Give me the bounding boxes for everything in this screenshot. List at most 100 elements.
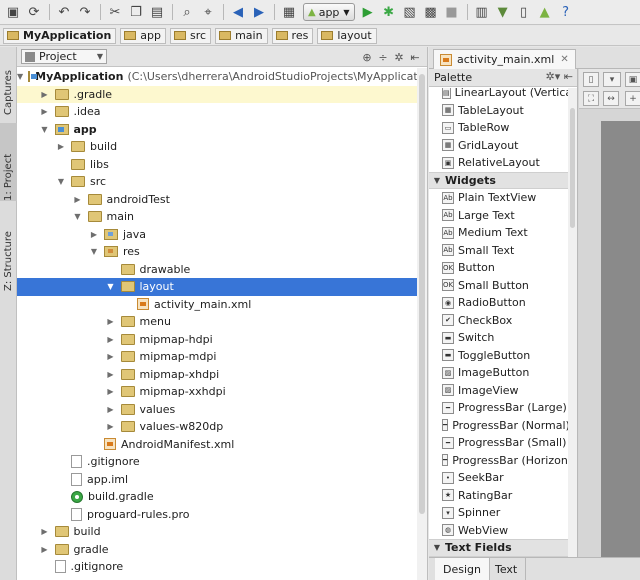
tree-row[interactable]: activity_main.xml <box>17 296 417 314</box>
expanded-arrow-icon[interactable]: ▼ <box>89 247 99 256</box>
synchronize-icon[interactable]: ⟳ <box>24 2 44 22</box>
collapsed-arrow-icon[interactable]: ▶ <box>40 545 50 554</box>
tree-row[interactable]: app.iml <box>17 471 417 489</box>
expanded-arrow-icon[interactable]: ▼ <box>73 212 83 221</box>
palette-settings-icon[interactable]: ✲▾ ⇤ <box>546 70 573 83</box>
theme-dropdown-icon[interactable]: ▣ <box>625 72 640 87</box>
copy-icon[interactable]: ❐ <box>126 2 146 22</box>
tree-row[interactable]: build.gradle <box>17 488 417 506</box>
tree-row[interactable]: ▶ gradle <box>17 541 417 559</box>
palette-scrollbar[interactable] <box>568 88 577 557</box>
run-config-dropdown[interactable]: ▲ app ▼ <box>303 3 355 21</box>
palette-item[interactable]: ▣ RelativeLayout <box>429 154 569 172</box>
zoom-in-icon[interactable]: + <box>625 91 640 106</box>
breadcrumb-item[interactable]: main <box>215 27 268 44</box>
tree-row[interactable]: ▼ res <box>17 243 417 261</box>
collapsed-arrow-icon[interactable]: ▶ <box>73 195 83 204</box>
tree-row[interactable]: AndroidManifest.xml <box>17 436 417 454</box>
sdk-manager-icon[interactable]: ▼ <box>493 2 513 22</box>
palette-item[interactable]: ✔ CheckBox <box>429 312 569 330</box>
tree-row[interactable]: ▶ mipmap-mdpi <box>17 348 417 366</box>
palette-item[interactable]: ━ ProgressBar (Normal) <box>429 417 569 435</box>
palette-item[interactable]: ▾ Spinner <box>429 504 569 522</box>
tab-text[interactable]: Text <box>487 558 527 580</box>
android-monitor-icon[interactable]: ▲ <box>535 2 555 22</box>
tree-row[interactable]: ▶ androidTest <box>17 191 417 209</box>
tree-row[interactable]: ▶ build <box>17 523 417 541</box>
close-icon[interactable]: ✕ <box>560 54 568 65</box>
collapse-all-icon[interactable]: ÷ <box>375 49 391 65</box>
tree-row[interactable]: ▶ mipmap-xxhdpi <box>17 383 417 401</box>
palette-item[interactable]: ▨ ImageView <box>429 382 569 400</box>
palette-item[interactable]: ◉ RadioButton <box>429 294 569 312</box>
palette-item[interactable]: ▬ Switch <box>429 329 569 347</box>
tree-row[interactable]: ▼ main <box>17 208 417 226</box>
tree-row[interactable]: ▶ mipmap-xhdpi <box>17 366 417 384</box>
palette-item[interactable]: ▨ ImageButton <box>429 364 569 382</box>
palette-category[interactable]: ▼ Widgets <box>429 171 569 189</box>
expanded-arrow-icon[interactable]: ▼ <box>106 282 116 291</box>
scrollbar-thumb[interactable] <box>419 74 425 514</box>
expanded-arrow-icon[interactable]: ▼ <box>56 177 66 186</box>
palette-item[interactable]: • SeekBar <box>429 469 569 487</box>
breadcrumb-item[interactable]: layout <box>317 27 377 44</box>
palette-item[interactable]: ━ProgressBar (Horizontal) <box>429 452 569 470</box>
palette-item[interactable]: ▤ LinearLayout (Vertical) <box>429 88 569 102</box>
save-all-icon[interactable]: ▣ <box>3 2 23 22</box>
expanded-arrow-icon[interactable]: ▼ <box>17 72 23 81</box>
attach-debugger-icon[interactable]: ▩ <box>421 2 441 22</box>
side-tab-captures[interactable]: Captures <box>0 51 17 115</box>
debug-icon[interactable]: ✱ <box>379 2 399 22</box>
palette-item[interactable]: ★ RatingBar <box>429 487 569 505</box>
tree-row[interactable]: ▶ .idea <box>17 103 417 121</box>
tree-row[interactable]: ▼ MyApplication (C:\Users\dherrera\Android… <box>17 68 417 86</box>
expanded-arrow-icon[interactable]: ▼ <box>40 125 50 134</box>
settings-gear-icon[interactable]: ✲ <box>391 49 407 65</box>
chevron-down-icon[interactable]: ▾ <box>603 72 621 87</box>
tree-row[interactable]: ▶ java <box>17 226 417 244</box>
redo-icon[interactable]: ↷ <box>75 2 95 22</box>
project-structure-icon[interactable]: ▥ <box>472 2 492 22</box>
replace-icon[interactable]: ⌖ <box>198 2 218 22</box>
collapsed-arrow-icon[interactable]: ▶ <box>106 405 116 414</box>
collapsed-arrow-icon[interactable]: ▶ <box>40 107 50 116</box>
palette-item[interactable]: Ab Small Text <box>429 242 569 260</box>
tree-row[interactable]: drawable <box>17 261 417 279</box>
tree-row[interactable]: ▶ mipmap-hdpi <box>17 331 417 349</box>
palette-item[interactable]: Ab Plain TextView <box>429 189 569 207</box>
tree-row[interactable]: ▼ app <box>17 121 417 139</box>
tree-row[interactable]: libs <box>17 156 417 174</box>
palette-item[interactable]: Ab Medium Text <box>429 224 569 242</box>
palette-item[interactable]: ▭ TableRow <box>429 119 569 137</box>
forward-icon[interactable]: ▶ <box>249 2 269 22</box>
tree-scrollbar[interactable] <box>417 68 427 580</box>
tab-design[interactable]: Design <box>435 558 490 580</box>
collapsed-arrow-icon[interactable]: ▶ <box>89 230 99 239</box>
palette-item[interactable]: ━ ProgressBar (Small) <box>429 434 569 452</box>
palette-item[interactable]: ◍ WebView <box>429 522 569 540</box>
find-icon[interactable]: ⌕ <box>177 2 197 22</box>
breadcrumb-item[interactable]: res <box>271 27 314 44</box>
collapsed-arrow-icon[interactable]: ▶ <box>106 422 116 431</box>
palette-item[interactable]: OK Button <box>429 259 569 277</box>
tree-row[interactable]: ▼ src <box>17 173 417 191</box>
paste-icon[interactable]: ▤ <box>147 2 167 22</box>
undo-icon[interactable]: ↶ <box>54 2 74 22</box>
side-tab-structure[interactable]: Z: Structure <box>0 205 17 291</box>
collapsed-arrow-icon[interactable]: ▶ <box>106 370 116 379</box>
hide-panel-icon[interactable]: ⇤ <box>407 49 423 65</box>
tree-row[interactable]: .gitignore <box>17 453 417 471</box>
back-icon[interactable]: ◀ <box>228 2 248 22</box>
editor-tab-activity-main[interactable]: activity_main.xml ✕ <box>433 49 576 69</box>
palette-item[interactable]: ━ ProgressBar (Large) <box>429 399 569 417</box>
side-tab-project[interactable]: 1: Project <box>0 123 17 201</box>
project-view-dropdown[interactable]: Project ▼ <box>21 49 107 64</box>
coverage-icon[interactable]: ▧ <box>400 2 420 22</box>
tree-row[interactable]: ▶ menu <box>17 313 417 331</box>
collapsed-arrow-icon[interactable]: ▶ <box>106 335 116 344</box>
make-project-icon[interactable]: ▦ <box>279 2 299 22</box>
cut-icon[interactable]: ✂ <box>105 2 125 22</box>
palette-category[interactable]: ▼ Text Fields <box>429 539 569 557</box>
collapsed-arrow-icon[interactable]: ▶ <box>106 352 116 361</box>
zoom-fit-icon[interactable]: ⛶ <box>583 91 599 106</box>
